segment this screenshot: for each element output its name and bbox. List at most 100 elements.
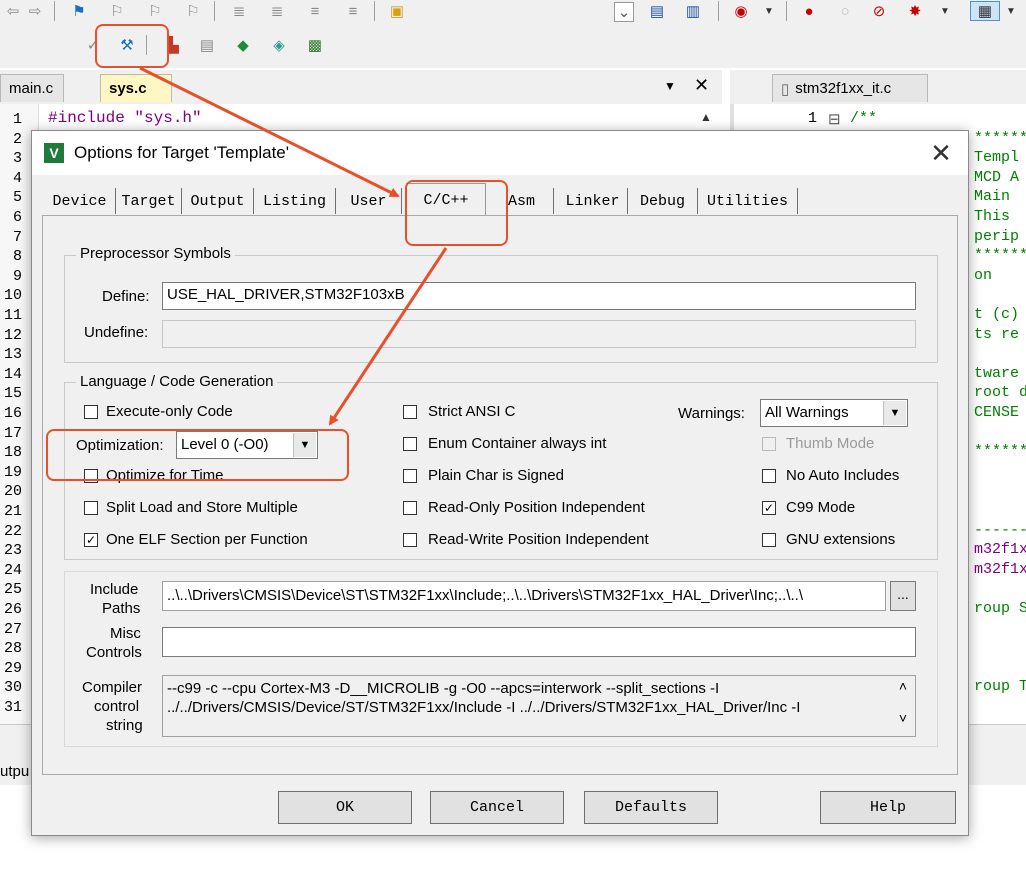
no-auto-includes-checkbox[interactable] <box>762 469 776 483</box>
find-icon[interactable]: ▤ <box>648 2 666 20</box>
dropdown-arrow-icon[interactable]: ▼ <box>1002 2 1020 20</box>
line-number: 16 <box>3 405 22 422</box>
include-paths-input[interactable]: ..\..\Drivers\CMSIS\Device\ST\STM32F1xx\… <box>162 581 886 611</box>
close-file-icon[interactable]: ✕ <box>694 75 709 96</box>
ro-pi-checkbox[interactable] <box>403 501 417 515</box>
compiler-line-1: --c99 -c --cpu Cortex-M3 -D__MICROLIB -g… <box>167 680 720 697</box>
gnu-extensions-checkbox[interactable] <box>762 533 776 547</box>
tab-device[interactable]: Device <box>44 188 116 214</box>
split-load-label: Split Load and Store Multiple <box>106 499 298 516</box>
tab-label: stm32f1xx_it.c <box>795 80 892 97</box>
debug-session-icon[interactable]: ◉ <box>732 2 750 20</box>
enum-container-checkbox[interactable] <box>403 437 417 451</box>
line-number: 28 <box>3 640 22 658</box>
forward-arrow-icon[interactable]: ⇨ <box>26 2 44 20</box>
tab-utilities[interactable]: Utilities <box>698 188 798 214</box>
enable-breakpoint-icon[interactable]: ○ <box>836 2 854 20</box>
keil-app-icon: V <box>44 143 64 163</box>
tab-stm32f1xx-it-c[interactable]: ▯ stm32f1xx_it.c <box>772 74 928 102</box>
line-number: 22 <box>3 522 22 540</box>
dropdown-arrow-icon[interactable]: ▼ <box>936 2 954 20</box>
line-number: 13 <box>3 346 22 364</box>
software-packs-icon[interactable]: ▩ <box>306 36 324 54</box>
ok-button[interactable]: OK <box>278 791 412 824</box>
thumb-mode-checkbox[interactable] <box>762 437 776 451</box>
kill-breakpoints-icon[interactable]: ✸ <box>906 2 924 20</box>
c99-mode-checkbox[interactable]: ✓ <box>762 501 776 515</box>
code-line: ------ <box>974 521 1026 539</box>
tab-sys-c[interactable]: sys.c <box>100 74 172 102</box>
close-icon[interactable]: ✕ <box>924 137 958 169</box>
undefine-input[interactable] <box>162 320 916 348</box>
back-arrow-icon[interactable]: ⇦ <box>4 2 22 20</box>
warnings-select[interactable]: All Warnings ▼ <box>760 399 908 427</box>
pack-installer-icon[interactable]: ◈ <box>270 36 288 54</box>
comment-icon[interactable]: ≡ <box>306 2 324 20</box>
line-number: 21 <box>3 503 22 520</box>
bookmark-icon[interactable]: ⚑ <box>70 2 88 20</box>
scroll-down-icon[interactable]: ˅ <box>892 709 914 727</box>
line-number: 25 <box>3 581 22 599</box>
incremental-find-icon[interactable]: ▥ <box>684 2 702 20</box>
unindent-icon[interactable]: ≣ <box>268 2 286 20</box>
select-packs-icon[interactable]: ▤ <box>198 36 216 54</box>
misc-controls-input[interactable] <box>162 627 916 657</box>
clear-bookmarks-icon[interactable]: ⚐ <box>184 2 202 20</box>
file-icon: ▯ <box>781 80 790 98</box>
insert-breakpoint-icon[interactable]: ● <box>800 2 818 20</box>
annotation-box-optimization <box>46 429 349 481</box>
line-number: 27 <box>3 620 22 638</box>
code-line: Templ <box>974 149 1020 167</box>
compiler-scrollbar[interactable]: ˄ ˅ <box>892 677 914 735</box>
toolbar-separator <box>374 1 375 21</box>
line-number: 5 <box>12 189 22 207</box>
line-number: 7 <box>12 228 22 246</box>
tab-main-c[interactable]: main.c <box>0 74 64 102</box>
tab-label: Linker <box>565 192 620 210</box>
tab-target[interactable]: Target <box>116 188 182 214</box>
one-elf-label: One ELF Section per Function <box>106 531 308 548</box>
indent-icon[interactable]: ≣ <box>230 2 248 20</box>
tab-list-dropdown-icon[interactable]: ▼ <box>664 79 676 93</box>
prev-bookmark-icon[interactable]: ⚐ <box>108 2 126 20</box>
browse-include-paths-button[interactable]: ... <box>890 581 916 611</box>
help-button[interactable]: Help <box>820 791 956 824</box>
enum-container-label: Enum Container always int <box>428 435 607 452</box>
find-in-files-icon[interactable]: ▣ <box>388 2 406 20</box>
split-load-checkbox[interactable] <box>84 501 98 515</box>
line-number: 18 <box>3 444 22 462</box>
cancel-button[interactable]: Cancel <box>430 791 564 824</box>
defaults-button[interactable]: Defaults <box>584 791 718 824</box>
define-input[interactable]: USE_HAL_DRIVER,STM32F103xB <box>162 282 916 310</box>
scroll-up-icon[interactable]: ˄ <box>892 677 914 695</box>
uncomment-icon[interactable]: ≡ <box>344 2 362 20</box>
dropdown-arrow-icon[interactable]: ▼ <box>760 2 778 20</box>
disable-breakpoints-icon[interactable]: ⊘ <box>870 2 888 20</box>
plain-char-checkbox[interactable] <box>403 469 417 483</box>
window-layout-icon[interactable]: ▦ <box>970 1 1000 21</box>
tab-user[interactable]: User <box>336 188 402 214</box>
scroll-up-icon[interactable]: ▲ <box>694 110 718 130</box>
tab-debug[interactable]: Debug <box>628 188 698 214</box>
compiler-control-string[interactable]: --c99 -c --cpu Cortex-M3 -D__MICROLIB -g… <box>162 675 916 737</box>
next-bookmark-icon[interactable]: ⚐ <box>146 2 164 20</box>
strict-ansi-checkbox[interactable] <box>403 405 417 419</box>
gnu-extensions-label: GNU extensions <box>786 531 896 548</box>
tab-listing[interactable]: Listing <box>254 188 336 214</box>
code-line: ******* <box>974 443 1026 461</box>
tab-label: Output <box>190 192 245 210</box>
line-number: 20 <box>3 483 22 501</box>
tab-output[interactable]: Output <box>182 188 254 214</box>
code-line: ts re <box>974 325 1020 343</box>
language-group-label: Language / Code Generation <box>76 373 278 390</box>
fold-marker-icon[interactable]: ⊟ <box>828 110 841 129</box>
rw-pi-checkbox[interactable] <box>403 533 417 547</box>
manage-run-time-environment-icon[interactable]: ◆ <box>234 36 252 54</box>
tab-linker[interactable]: Linker <box>558 188 628 214</box>
execute-only-checkbox[interactable] <box>84 405 98 419</box>
dropdown-arrow-icon[interactable]: ⌄ <box>614 2 634 22</box>
line-number: 31 <box>3 699 22 716</box>
one-elf-checkbox[interactable]: ✓ <box>84 533 98 547</box>
warnings-label: Warnings: <box>678 405 745 422</box>
tab-label: User <box>350 192 387 210</box>
